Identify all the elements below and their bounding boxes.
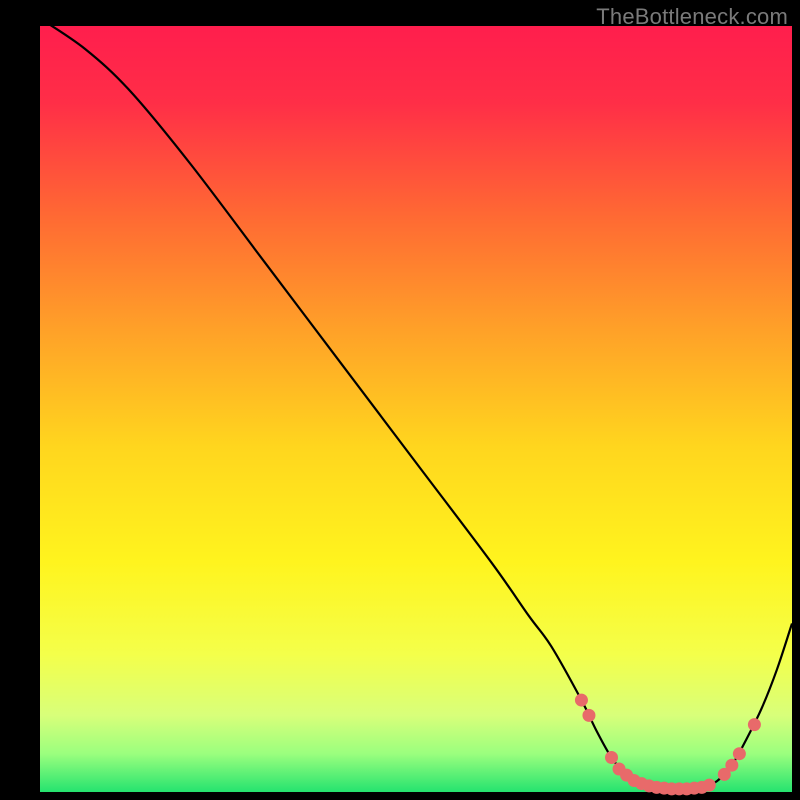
bottleneck-marker — [582, 709, 595, 722]
bottleneck-marker — [575, 694, 588, 707]
bottleneck-marker — [725, 759, 738, 772]
chart-root: TheBottleneck.com — [0, 0, 800, 800]
plot-area — [40, 26, 792, 792]
bottleneck-marker — [703, 779, 716, 792]
gradient-background — [40, 26, 792, 792]
chart-svg — [40, 26, 792, 792]
bottleneck-marker — [748, 718, 761, 731]
bottleneck-marker — [605, 751, 618, 764]
bottleneck-marker — [733, 747, 746, 760]
